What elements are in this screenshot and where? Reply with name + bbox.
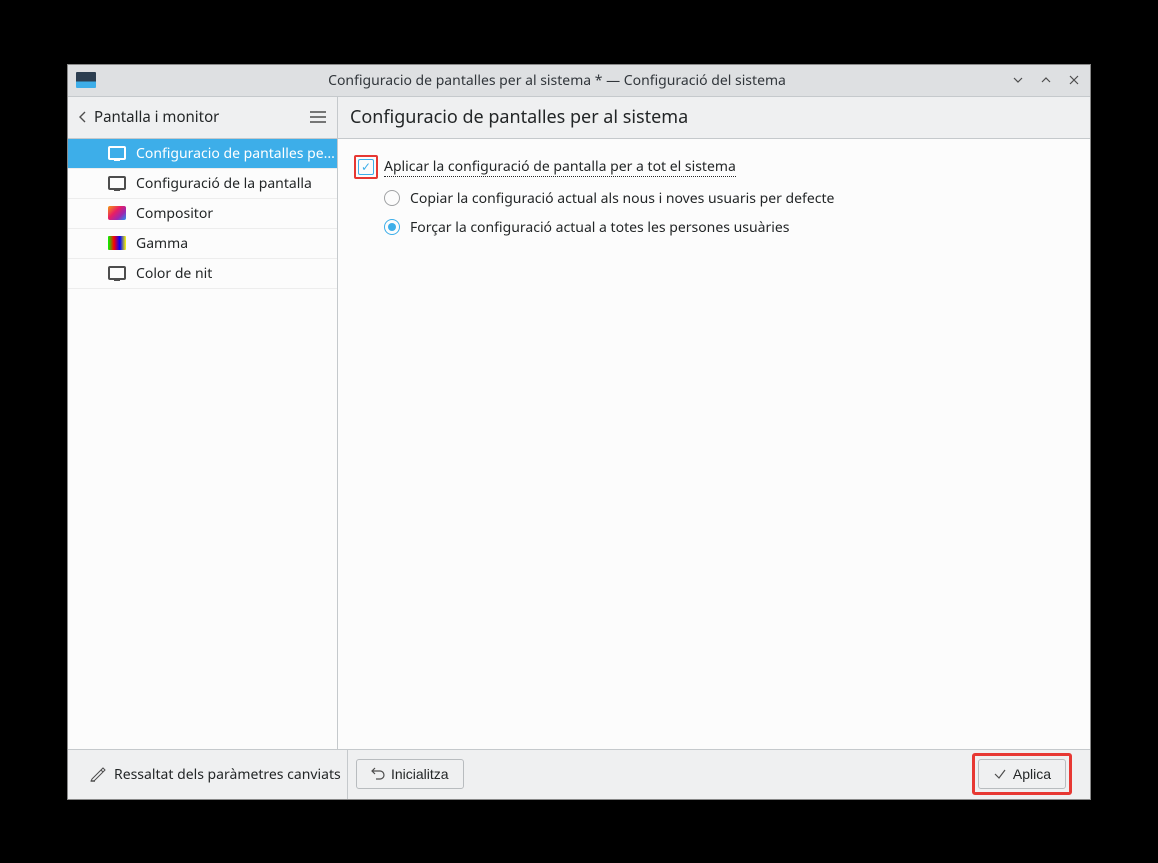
chevron-down-icon — [1012, 74, 1024, 86]
back-button[interactable]: Pantalla i monitor — [78, 107, 219, 127]
highlight-icon — [90, 766, 106, 782]
maximize-button[interactable] — [1038, 72, 1054, 88]
sidebar-item-system-screen-config[interactable]: Configuracio de pantalles pe... — [68, 139, 337, 169]
settings-window: Configuracio de pantalles per al sistema… — [67, 64, 1091, 800]
reset-label: Inicialitza — [391, 766, 449, 782]
sidebar-item-compositor[interactable]: Compositor — [68, 199, 337, 229]
sidebar-item-gamma[interactable]: Gamma — [68, 229, 337, 259]
sidebar-item-label: Color de nit — [136, 264, 212, 283]
main-footer: Inicialitza Aplica — [348, 750, 1080, 799]
sidebar-footer: Ressaltat dels paràmetres canviats — [78, 750, 348, 799]
app-icon — [76, 72, 96, 88]
apply-system-wide-checkbox[interactable]: ✓ — [358, 159, 374, 175]
chevron-up-icon — [1040, 74, 1052, 86]
sidebar-item-label: Compositor — [136, 204, 213, 223]
minimize-button[interactable] — [1010, 72, 1026, 88]
menu-button[interactable] — [309, 110, 327, 124]
highlight-changed-button[interactable]: Ressaltat dels paràmetres canviats — [90, 765, 341, 784]
monitor-icon — [108, 266, 126, 280]
window-title: Configuracio de pantalles per al sistema… — [104, 71, 1010, 90]
radio-button[interactable] — [384, 219, 400, 235]
sidebar-item-label: Configuracio de pantalles pe... — [136, 144, 335, 163]
apply-highlight-frame: Aplica — [972, 753, 1072, 795]
sidebar: Pantalla i monitor Configuracio de panta… — [68, 97, 338, 749]
apply-system-wide-row: ✓ Aplicar la configuració de pantalla pe… — [354, 155, 1074, 179]
page-title: Configuracio de pantalles per al sistema — [350, 105, 688, 129]
radio-label: Forçar la configuració actual a totes le… — [410, 218, 789, 237]
close-icon — [1068, 74, 1080, 86]
radio-force-config[interactable]: Forçar la configuració actual a totes le… — [384, 218, 1074, 237]
checkbox-highlight-frame: ✓ — [354, 155, 378, 179]
hamburger-icon — [309, 110, 327, 124]
sidebar-item-label: Configuració de la pantalla — [136, 174, 312, 193]
main-body: ✓ Aplicar la configuració de pantalla pe… — [338, 139, 1090, 749]
monitor-icon — [108, 146, 126, 160]
radio-label: Copiar la configuració actual als nous i… — [410, 189, 834, 208]
main-header: Configuracio de pantalles per al sistema — [338, 97, 1090, 139]
footer: Ressaltat dels paràmetres canviats Inici… — [68, 749, 1090, 799]
apply-label: Aplica — [1013, 766, 1051, 782]
chevron-left-icon — [78, 110, 88, 124]
radio-group: Copiar la configuració actual als nous i… — [384, 189, 1074, 237]
radio-button[interactable] — [384, 190, 400, 206]
sidebar-header: Pantalla i monitor — [68, 97, 337, 139]
back-label: Pantalla i monitor — [94, 107, 219, 127]
main-area: Configuracio de pantalles per al sistema… — [338, 97, 1090, 749]
check-icon: ✓ — [361, 161, 371, 173]
undo-icon — [371, 767, 385, 781]
sidebar-item-label: Gamma — [136, 234, 188, 253]
monitor-icon — [108, 176, 126, 190]
apply-system-wide-label[interactable]: Aplicar la configuració de pantalla per … — [384, 157, 736, 177]
sidebar-item-night-color[interactable]: Color de nit — [68, 259, 337, 289]
radio-copy-config[interactable]: Copiar la configuració actual als nous i… — [384, 189, 1074, 208]
content-area: Pantalla i monitor Configuracio de panta… — [68, 97, 1090, 749]
check-icon — [993, 767, 1007, 781]
sidebar-list: Configuracio de pantalles pe... Configur… — [68, 139, 337, 749]
gamma-icon — [108, 236, 126, 250]
compositor-icon — [108, 206, 126, 220]
radio-dot-icon — [388, 223, 396, 231]
highlight-changed-label: Ressaltat dels paràmetres canviats — [114, 765, 341, 784]
reset-button[interactable]: Inicialitza — [356, 759, 464, 789]
titlebar: Configuracio de pantalles per al sistema… — [68, 65, 1090, 97]
sidebar-item-display-config[interactable]: Configuració de la pantalla — [68, 169, 337, 199]
window-controls — [1010, 72, 1082, 88]
close-button[interactable] — [1066, 72, 1082, 88]
apply-button[interactable]: Aplica — [978, 759, 1066, 789]
